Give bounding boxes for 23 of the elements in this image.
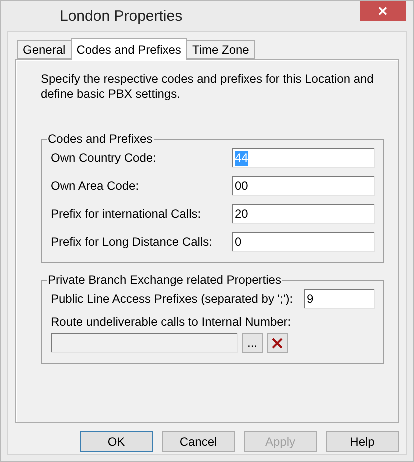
dialog-button[interactable]: OK: [80, 431, 153, 452]
group-title: Private Branch Exchange related Properties: [47, 273, 282, 287]
close-button[interactable]: ✕: [360, 1, 406, 21]
window-title: London Properties: [60, 8, 183, 25]
input-field[interactable]: 9: [304, 289, 375, 309]
dialog-button[interactable]: Help: [326, 431, 399, 452]
field-label: Public Line Access Prefixes (separated by ';'):: [51, 292, 294, 306]
input-field[interactable]: 20: [232, 204, 375, 224]
field-label: Own Area Code:: [51, 179, 140, 193]
clear-button[interactable]: [267, 333, 288, 353]
field-label: Prefix for Long Distance Calls:: [51, 235, 212, 249]
intro-text: Specify the respective codes and prefixes for this Location and define basic PBX settings.: [41, 72, 375, 102]
tab[interactable]: Codes and Prefixes: [70, 38, 188, 60]
field-label: Route undeliverable calls to Internal Number:: [51, 315, 292, 329]
tab[interactable]: General: [17, 40, 72, 59]
input-field[interactable]: 0: [232, 232, 375, 252]
close-icon: [272, 338, 283, 348]
input-field[interactable]: 00: [232, 176, 375, 196]
field-label: Own Country Code:: [51, 151, 156, 165]
field-label: Prefix for international Calls:: [51, 207, 202, 221]
group-title: Codes and Prefixes: [47, 132, 154, 146]
dialog-button[interactable]: Cancel: [162, 431, 235, 452]
tab[interactable]: Time Zone: [186, 40, 256, 59]
